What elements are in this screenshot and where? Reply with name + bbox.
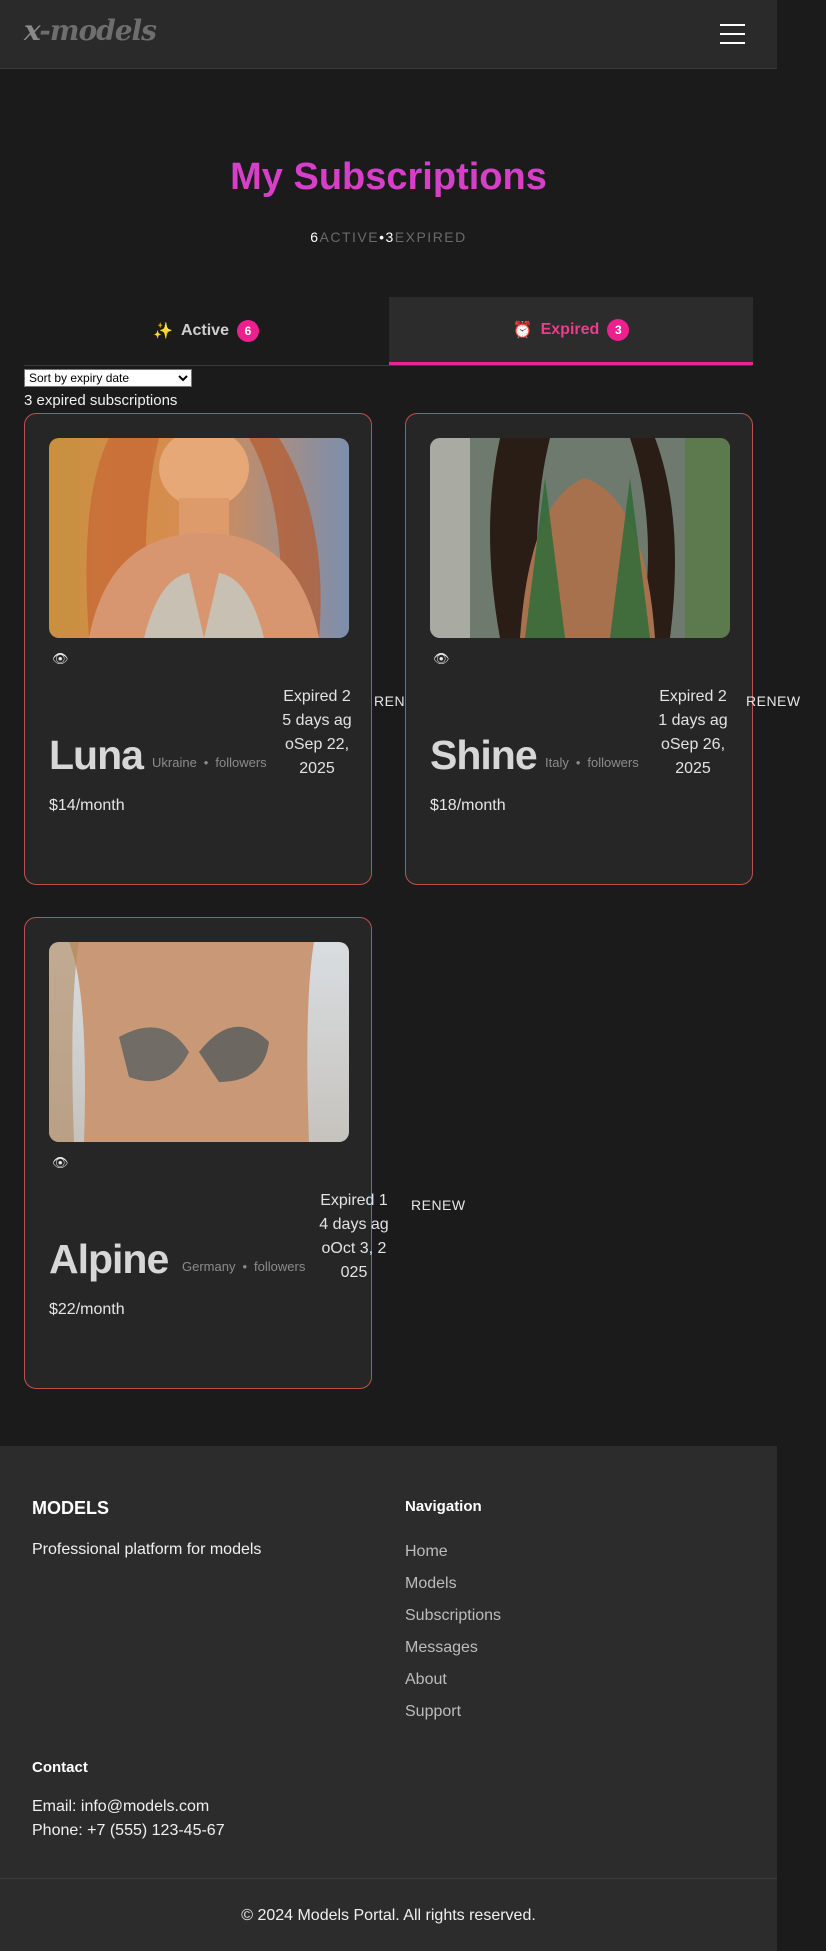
model-meta: Italy • followers xyxy=(545,755,639,770)
model-country: Italy xyxy=(545,755,569,770)
renew-button[interactable]: RENEW xyxy=(746,693,801,709)
model-name: Luna xyxy=(49,732,144,778)
model-meta: Germany • followers xyxy=(182,1259,306,1274)
subscription-tabs: ✨ Active 6 ⏰ Expired 3 xyxy=(24,297,753,366)
eye-icon[interactable]: 👁 xyxy=(52,651,69,667)
model-followers: followers xyxy=(215,755,267,770)
expired-label: EXPIRED xyxy=(394,229,467,245)
model-price: $14/month xyxy=(49,797,125,814)
expiry-status: Expired 14 days agoOct 3, 2025 xyxy=(319,1192,389,1281)
tab-expired-count-badge: 3 xyxy=(607,318,630,341)
model-name: Shine xyxy=(430,732,538,778)
footer-copyright: © 2024 Models Portal. All rights reserve… xyxy=(241,1907,536,1924)
footer-nav-title: Navigation xyxy=(405,1498,482,1515)
logo-text: -models xyxy=(39,14,157,47)
footer-link-subscriptions[interactable]: Subscriptions xyxy=(405,1600,501,1632)
model-price: $18/month xyxy=(430,797,506,814)
footer-phone: Phone: +7 (555) 123-45-67 xyxy=(32,1822,225,1839)
footer-divider xyxy=(0,1878,777,1879)
top-header: x-models xyxy=(0,0,777,69)
footer-link-home[interactable]: Home xyxy=(405,1536,501,1568)
subscription-stats: 6ACTIVE•3EXPIRED xyxy=(0,229,777,245)
sparkles-icon: ✨ xyxy=(153,323,173,340)
footer-tagline: Professional platform for models xyxy=(32,1541,262,1558)
footer-link-messages[interactable]: Messages xyxy=(405,1632,501,1664)
active-label: ACTIVE xyxy=(319,229,380,245)
logo[interactable]: x-models xyxy=(24,14,157,47)
page-title: My Subscriptions xyxy=(230,156,547,198)
model-price: $22/month xyxy=(49,1301,125,1318)
footer-contact-title: Contact xyxy=(32,1759,88,1776)
footer-link-models[interactable]: Models xyxy=(405,1568,501,1600)
model-country: Germany xyxy=(182,1259,236,1274)
expired-count: 3 xyxy=(385,229,395,245)
model-country: Ukraine xyxy=(152,755,197,770)
sort-select[interactable]: Sort by expiry date xyxy=(24,369,192,387)
model-followers: followers xyxy=(254,1259,306,1274)
model-photo[interactable] xyxy=(49,438,349,638)
footer-link-about[interactable]: About xyxy=(405,1664,501,1696)
subscription-card: 👁 Alpine Germany • followers $22/month Exp… xyxy=(24,917,465,1389)
subscription-card: 👁 Luna Ukraine • followers $14/month Expir… xyxy=(24,413,428,885)
tab-active[interactable]: ✨ Active 6 xyxy=(24,297,388,365)
tab-expired[interactable]: ⏰ Expired 3 xyxy=(389,297,753,365)
eye-icon[interactable]: 👁 xyxy=(433,651,450,667)
expiry-status: Expired 21 days agoSep 26, 2025 xyxy=(658,688,728,777)
model-meta: Ukraine • followers xyxy=(152,755,267,770)
footer-nav: Home Models Subscriptions Messages About… xyxy=(405,1536,501,1728)
footer-email: Email: info@models.com xyxy=(32,1798,210,1815)
tab-active-count-badge: 6 xyxy=(236,320,259,342)
tab-expired-label: Expired xyxy=(540,320,600,338)
model-followers: followers xyxy=(587,755,639,770)
footer-link-support[interactable]: Support xyxy=(405,1696,501,1728)
subscription-card: 👁 Shine Italy • followers $18/month Expire… xyxy=(405,413,800,885)
tab-active-label: Active xyxy=(180,322,229,339)
renew-button[interactable]: RENEW xyxy=(411,1197,466,1213)
eye-icon[interactable]: 👁 xyxy=(52,1155,69,1171)
model-photo[interactable] xyxy=(430,438,730,638)
logo-mark: x xyxy=(24,14,40,47)
alarm-clock-icon: ⏰ xyxy=(512,321,533,339)
expiry-status: Expired 25 days agoSep 22, 2025 xyxy=(282,688,352,777)
model-photo[interactable] xyxy=(49,942,349,1142)
footer: MODELS Professional platform for models … xyxy=(0,1446,777,1951)
model-name: Alpine xyxy=(49,1236,169,1282)
footer-brand: MODELS xyxy=(32,1498,110,1518)
active-count: 6 xyxy=(310,229,320,245)
subscriptions-count: 3 expired subscriptions xyxy=(24,392,178,409)
menu-icon[interactable] xyxy=(720,24,745,44)
